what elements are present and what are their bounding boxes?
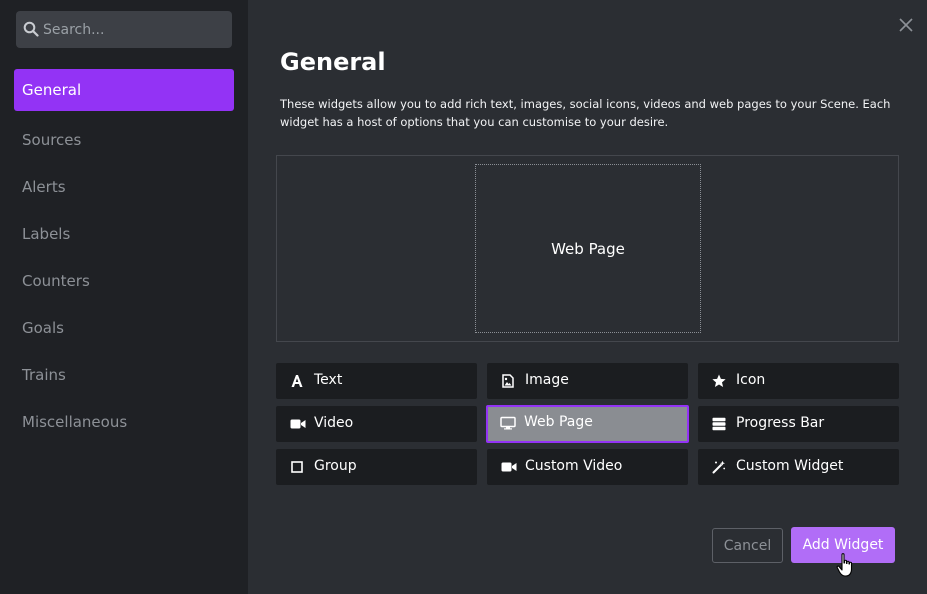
progress-bar-icon — [712, 417, 726, 431]
sidebar-item-label: Miscellaneous — [22, 412, 128, 431]
image-icon — [502, 374, 514, 388]
widget-progress-bar-button[interactable]: Progress Bar — [698, 406, 899, 442]
hand-cursor-icon — [836, 553, 853, 577]
text-icon — [291, 375, 303, 387]
sidebar-item-label: Counters — [22, 271, 90, 290]
widget-image-button[interactable]: Image — [487, 363, 688, 399]
star-icon — [712, 374, 726, 387]
sidebar-item-label: Goals — [22, 318, 64, 337]
widget-label: Progress Bar — [736, 415, 825, 431]
widget-label: Group — [314, 458, 357, 474]
sidebar-item-miscellaneous[interactable]: Miscellaneous — [0, 398, 248, 445]
sidebar-item-sources[interactable]: Sources — [0, 116, 248, 163]
category-nav: General Sources Alerts Labels Counters G… — [0, 69, 248, 445]
widget-label: Image — [525, 372, 569, 388]
widget-label: Video — [314, 415, 354, 431]
preview-label: Web Page — [551, 239, 625, 258]
sidebar-item-label: Sources — [22, 130, 82, 149]
widget-label: Text — [314, 372, 343, 388]
widget-custom-widget-button[interactable]: Custom Widget — [698, 449, 899, 485]
video-icon — [501, 462, 517, 472]
widget-custom-video-button[interactable]: Custom Video — [487, 449, 688, 485]
page-description: These widgets allow you to add rich text… — [280, 97, 891, 129]
page-title: General — [280, 48, 386, 76]
sidebar-item-trains[interactable]: Trains — [0, 351, 248, 398]
monitor-icon — [500, 416, 516, 430]
sidebar-item-label: General — [22, 81, 82, 99]
widget-icon-button[interactable]: Icon — [698, 363, 899, 399]
square-icon — [291, 461, 303, 473]
widget-group-button[interactable]: Group — [276, 449, 477, 485]
widget-preview: Web Page — [276, 155, 899, 342]
sidebar: General Sources Alerts Labels Counters G… — [0, 0, 248, 594]
widget-label: Icon — [736, 372, 766, 388]
close-icon[interactable] — [897, 16, 915, 34]
widget-label: Custom Widget — [736, 458, 844, 474]
search-box[interactable] — [16, 11, 232, 48]
widget-web-page-button[interactable]: Web Page — [486, 405, 689, 443]
preview-widget-box: Web Page — [475, 164, 701, 333]
search-icon — [23, 21, 39, 37]
widget-label: Custom Video — [525, 458, 623, 474]
search-input[interactable] — [43, 11, 228, 48]
widget-text-button[interactable]: Text — [276, 363, 477, 399]
video-icon — [290, 419, 306, 429]
sidebar-item-label: Alerts — [22, 177, 66, 196]
sidebar-item-alerts[interactable]: Alerts — [0, 163, 248, 210]
sidebar-item-counters[interactable]: Counters — [0, 257, 248, 304]
cancel-button[interactable]: Cancel — [712, 528, 783, 563]
add-widget-dialog: General Sources Alerts Labels Counters G… — [0, 0, 927, 594]
magic-wand-icon — [712, 460, 726, 474]
sidebar-item-labels[interactable]: Labels — [0, 210, 248, 257]
widget-label: Web Page — [524, 414, 593, 430]
widget-video-button[interactable]: Video — [276, 406, 477, 442]
sidebar-item-label: Trains — [22, 365, 66, 384]
sidebar-item-general[interactable]: General — [14, 69, 234, 111]
sidebar-item-label: Labels — [22, 224, 71, 243]
sidebar-item-goals[interactable]: Goals — [0, 304, 248, 351]
